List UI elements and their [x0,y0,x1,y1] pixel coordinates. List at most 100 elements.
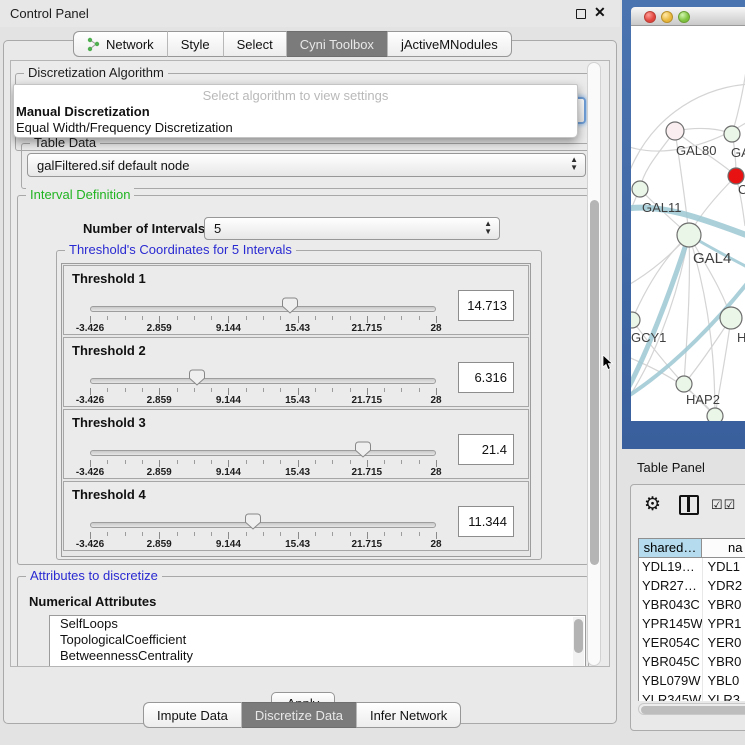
cyni-toolbox-content: Discretization Algorithm ▲▼ Select algor… [10,60,610,667]
threshold-value-field[interactable]: 14.713 [458,290,514,321]
node-gcy1[interactable] [631,312,640,328]
table-header: shared… na [639,539,745,558]
node-hap2[interactable] [676,376,692,392]
threshold-panel: Threshold 2 -3.4262.8599.14415.4321.7152… [63,337,529,407]
table-row[interactable]: YLR345WYLR3 [639,691,745,701]
node-h[interactable] [720,307,742,329]
node-label-gcy1: GCY1 [631,330,666,345]
slider-track[interactable] [90,450,436,456]
threshold-label: Threshold 1 [72,271,146,286]
tab-infer-network[interactable]: Infer Network [357,702,461,728]
tab-style[interactable]: Style [168,31,224,57]
node-gal11[interactable] [632,181,648,197]
threshold-value-field[interactable]: 6.316 [458,362,514,393]
dropdown-option-manual[interactable]: Manual Discretization [14,103,577,119]
node-gal80[interactable] [666,122,684,140]
control-panel-titlebar: Control Panel ✕ [0,0,620,27]
node-table: shared… na YDL19…YDL1YDR27…YDR2YBR043CYB… [638,538,745,701]
tab-network[interactable]: Network [73,31,168,57]
node-label-gal11: GAL11 [642,200,682,215]
node-gal4[interactable] [677,223,701,247]
network-icon [87,37,100,52]
column-header-name[interactable]: na [702,539,745,557]
tab-jactivemnodules[interactable]: jActiveMNodules [388,31,512,57]
table-panel-body: ⚙ ☑☑ shared… na YDL19…YDL1YDR27…YDR2YBR0… [630,484,745,731]
network-canvas[interactable]: GAL80 GA C GAL11 GAL4 GCY1 H HAP2 [631,26,745,421]
slider-tick-labels: -3.4262.8599.14415.4321.71528 [90,539,436,550]
threshold-panel: Threshold 4 -3.4262.8599.14415.4321.7152… [63,481,529,551]
table-row[interactable]: YDL19…YDL1 [639,558,745,577]
network-graph: GAL80 GA C GAL11 GAL4 GCY1 H HAP2 [631,26,745,421]
network-view-window[interactable]: GAL80 GA C GAL11 GAL4 GCY1 H HAP2 [622,0,745,449]
numerical-attributes-label: Numerical Attributes [29,594,156,609]
select-checkboxes-icon[interactable]: ☑☑ [711,497,736,513]
number-of-intervals-combo[interactable]: 5 ▲▼ [204,217,500,240]
columns-icon[interactable] [679,495,699,515]
table-hscrollbar[interactable] [638,703,745,715]
node-label-h: H [737,330,745,345]
mouse-cursor [602,355,614,371]
table-rows: YDL19…YDL1YDR27…YDR2YBR043CYBR0YPR145WYP… [639,558,745,701]
node-label-ga: GA [731,145,745,160]
attribute-item[interactable]: BetweennessCentrality [50,648,585,664]
tab-select[interactable]: Select [224,31,287,57]
numerical-attributes-list[interactable]: SelfLoopsTopologicalCoefficientBetweenne… [49,615,586,667]
table-row[interactable]: YBR043CYBR0 [639,596,745,615]
threshold-label: Threshold 2 [72,343,146,358]
table-data-combo[interactable]: galFiltered.sif default node ▲▼ [27,153,586,177]
screen: Control Panel ✕ NetworkStyleSelectCyni T… [0,0,745,745]
close-icon[interactable]: ✕ [594,4,606,21]
node-ga[interactable] [724,126,740,142]
slider-thumb[interactable] [282,297,298,314]
slider-thumb[interactable] [355,441,371,458]
slider-track[interactable] [90,378,436,384]
algorithm-dropdown-popup: Select algorithm to view settings Manual… [13,84,578,138]
node-label-gal4: GAL4 [693,250,731,267]
discretization-algorithm-title: Discretization Algorithm [24,65,168,80]
panel-scrollbar-thumb[interactable] [590,200,599,565]
top-tab-bar: NetworkStyleSelectCyni ToolboxjActiveMNo… [73,31,512,57]
table-row[interactable]: YBR045CYBR0 [639,653,745,672]
slider-tick-labels: -3.4262.8599.14415.4321.71528 [90,395,436,406]
table-row[interactable]: YPR145WYPR1 [639,615,745,634]
threshold-value-field[interactable]: 21.4 [458,434,514,465]
slider-thumb[interactable] [245,513,261,530]
table-row[interactable]: YBL079WYBL0 [639,672,745,691]
column-header-shared[interactable]: shared… [639,539,702,557]
interval-definition-title: Interval Definition [26,187,134,202]
float-window-icon[interactable] [576,9,586,19]
panel-scrollbar[interactable] [587,62,601,666]
zoom-traffic-light-icon[interactable] [678,11,690,23]
table-row[interactable]: YDR27…YDR2 [639,577,745,596]
minimize-traffic-light-icon[interactable] [661,11,673,23]
network-window-titlebar [631,7,745,26]
stepper-icon: ▲▼ [570,156,578,172]
tab-cyni-toolbox[interactable]: Cyni Toolbox [287,31,388,57]
table-panel-area: Table Panel ⚙ ☑☑ shared… na YDL19…YDL1YD… [620,449,745,745]
attribute-item[interactable]: TopologicalCoefficient [50,632,585,648]
close-traffic-light-icon[interactable] [644,11,656,23]
table-toolbar: ⚙ ☑☑ [631,491,745,521]
dropdown-option-equal-width[interactable]: Equal Width/Frequency Discretization [14,119,577,135]
node-label-c: C [738,182,745,197]
threshold-value-field[interactable]: 11.344 [458,506,514,537]
threshold-label: Threshold 3 [72,415,146,430]
slider-track[interactable] [90,522,436,528]
threshold-label: Threshold 4 [72,487,146,502]
gear-icon[interactable]: ⚙ [644,493,661,516]
attribute-item[interactable]: SelfLoops [50,616,585,632]
tab-discretize-data[interactable]: Discretize Data [242,702,357,728]
dropdown-hint: Select algorithm to view settings [14,85,577,103]
slider-track[interactable] [90,306,436,312]
list-scrollbar[interactable] [573,617,584,667]
slider-thumb[interactable] [189,369,205,386]
node-label-hap2: HAP2 [686,392,720,407]
tab-impute-data[interactable]: Impute Data [143,702,242,728]
panel-title: Control Panel [10,6,89,21]
threshold-panel: Threshold 1 -3.4262.8599.14415.4321.7152… [63,265,529,335]
slider-tick-labels: -3.4262.8599.14415.4321.71528 [90,323,436,334]
node-partial-bottom[interactable] [707,408,723,421]
table-hscrollbar-thumb[interactable] [641,706,745,714]
stepper-icon: ▲▼ [484,220,492,236]
table-row[interactable]: YER054CYER0 [639,634,745,653]
